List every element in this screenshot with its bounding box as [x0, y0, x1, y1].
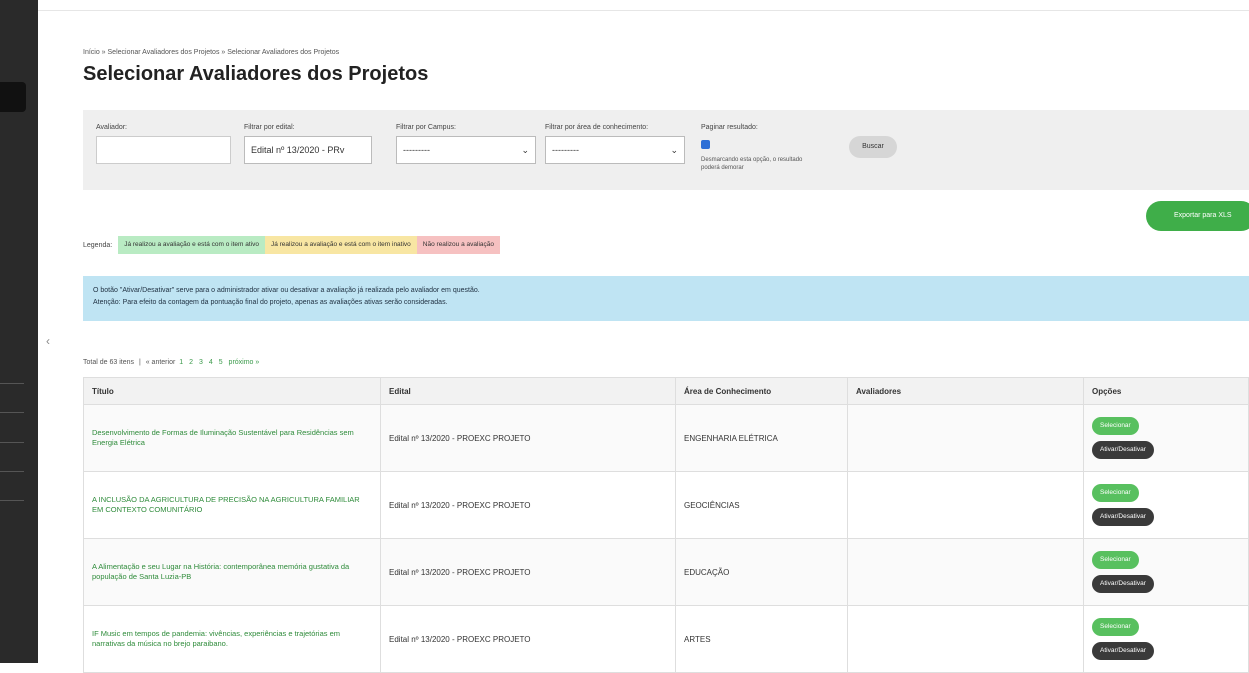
col-header-opcoes: Opções [1083, 377, 1249, 405]
edital-cell: Edital nº 13/2020 - PROEXC PROJETO [380, 538, 676, 606]
paginar-note: Desmarcando esta opção, o resultado pode… [701, 157, 803, 171]
avaliadores-cell [847, 538, 1084, 606]
avaliadores-cell [847, 404, 1084, 472]
page-title: Selecionar Avaliadores dos Projetos [83, 63, 429, 85]
area-cell: EDUCAÇÃO [675, 538, 848, 606]
edital-cell: Edital nº 13/2020 - PROEXC PROJETO [380, 404, 676, 472]
pagination-page-3[interactable]: 3 [199, 359, 203, 366]
area-cell: ENGENHARIA ELÉTRICA [675, 404, 848, 472]
area-cell: GEOCIÊNCIAS [675, 471, 848, 539]
paginar-checkbox[interactable] [701, 140, 710, 149]
project-title-link[interactable]: A Alimentação e seu Lugar na História: c… [83, 538, 381, 606]
pagination: Total de 63 itens | « anterior 1 2 3 4 5… [83, 359, 261, 366]
col-header-avaliadores[interactable]: Avaliadores [847, 377, 1084, 405]
table-row: Desenvolvimento de Formas de Iluminação … [83, 404, 1249, 472]
sidebar-divider [0, 412, 24, 413]
ativar-desativar-button[interactable]: Ativar/Desativar [1092, 575, 1154, 593]
avaliadores-cell [847, 471, 1084, 539]
selecionar-button[interactable]: Selecionar [1092, 551, 1139, 569]
projects-table: Título Edital Área de Conhecimento Avali… [83, 377, 1249, 673]
legend-not-evaluated: Não realizou a avaliação [416, 236, 500, 254]
sidebar-divider [0, 471, 24, 472]
legend: Legenda: Já realizou a avaliação e está … [83, 236, 500, 254]
chevron-down-icon: ⌄ [521, 145, 529, 155]
info-alert: O botão "Ativar/Desativar" serve para o … [83, 276, 1249, 321]
sidebar-divider [0, 442, 24, 443]
table-row: A Alimentação e seu Lugar na História: c… [83, 538, 1249, 606]
pagination-prev[interactable]: « anterior [146, 359, 176, 366]
area-label: Filtrar por área de conhecimento: [545, 124, 649, 131]
filter-paginar: Paginar resultado: Desmarcando esta opçã… [701, 124, 821, 172]
campus-select[interactable]: --------- ⌄ [396, 136, 536, 164]
project-title-link[interactable]: IF Music em tempos de pandemia: vivência… [83, 605, 381, 673]
pagination-summary: Total de 63 itens [83, 359, 134, 366]
area-select-value: --------- [552, 145, 579, 155]
left-sidebar [0, 0, 38, 663]
options-cell: Selecionar Ativar/Desativar [1083, 404, 1249, 472]
edital-cell: Edital nº 13/2020 - PROEXC PROJETO [380, 471, 676, 539]
project-title-link[interactable]: Desenvolvimento de Formas de Iluminação … [83, 404, 381, 472]
filter-campus: Filtrar por Campus: --------- ⌄ [396, 124, 536, 164]
pagination-page-2[interactable]: 2 [189, 359, 193, 366]
edital-select-value: Edital nº 13/2020 - PRv [251, 145, 345, 155]
col-header-edital[interactable]: Edital [380, 377, 676, 405]
ativar-desativar-button[interactable]: Ativar/Desativar [1092, 642, 1154, 660]
edital-cell: Edital nº 13/2020 - PROEXC PROJETO [380, 605, 676, 673]
options-cell: Selecionar Ativar/Desativar [1083, 605, 1249, 673]
info-line-1: O botão "Ativar/Desativar" serve para o … [93, 287, 480, 294]
col-header-area[interactable]: Área de Conhecimento [675, 377, 848, 405]
avaliadores-cell [847, 605, 1084, 673]
pagination-page-5[interactable]: 5 [219, 359, 223, 366]
table-row: A INCLUSÃO DA AGRICULTURA DE PRECISÃO NA… [83, 471, 1249, 539]
filter-panel: Avaliador: Filtrar por edital: Edital nº… [83, 110, 1249, 190]
campus-select-value: --------- [403, 145, 430, 155]
avaliador-label: Avaliador: [96, 124, 128, 131]
breadcrumb[interactable]: Início » Selecionar Avaliadores dos Proj… [83, 49, 339, 56]
buscar-button[interactable]: Buscar [849, 136, 897, 158]
area-select[interactable]: --------- ⌄ [545, 136, 685, 164]
options-cell: Selecionar Ativar/Desativar [1083, 471, 1249, 539]
paginar-label: Paginar resultado: [701, 124, 758, 131]
filter-area: Filtrar por área de conhecimento: ------… [545, 124, 685, 164]
top-divider [38, 10, 1249, 11]
selecionar-button[interactable]: Selecionar [1092, 484, 1139, 502]
legend-active: Já realizou a avaliação e está com o ite… [118, 236, 265, 254]
options-cell: Selecionar Ativar/Desativar [1083, 538, 1249, 606]
area-cell: ARTES [675, 605, 848, 673]
selecionar-button[interactable]: Selecionar [1092, 618, 1139, 636]
pagination-page-1[interactable]: 1 [179, 359, 183, 366]
sidebar-active-item[interactable] [0, 82, 26, 112]
selecionar-button[interactable]: Selecionar [1092, 417, 1139, 435]
ativar-desativar-button[interactable]: Ativar/Desativar [1092, 441, 1154, 459]
table-row: IF Music em tempos de pandemia: vivência… [83, 605, 1249, 673]
campus-label: Filtrar por Campus: [396, 124, 456, 131]
pagination-separator: | [138, 359, 141, 366]
pagination-page-4[interactable]: 4 [209, 359, 213, 366]
ativar-desativar-button[interactable]: Ativar/Desativar [1092, 508, 1154, 526]
sidebar-divider [0, 500, 24, 501]
collapse-sidebar-icon[interactable]: ‹ [46, 334, 50, 348]
project-title-link[interactable]: A INCLUSÃO DA AGRICULTURA DE PRECISÃO NA… [83, 471, 381, 539]
filter-avaliador: Avaliador: [96, 124, 231, 164]
avaliador-input[interactable] [96, 136, 231, 164]
chevron-down-icon: ⌄ [670, 145, 678, 155]
edital-select[interactable]: Edital nº 13/2020 - PRv [244, 136, 372, 164]
sidebar-divider [0, 383, 24, 384]
pagination-next[interactable]: próximo » [229, 359, 260, 366]
legend-label: Legenda: [83, 241, 113, 249]
edital-label: Filtrar por edital: [244, 124, 295, 131]
filter-edital: Filtrar por edital: Edital nº 13/2020 - … [244, 124, 372, 164]
legend-inactive: Já realizou a avaliação e está com o ite… [264, 236, 417, 254]
col-header-titulo[interactable]: Título [83, 377, 381, 405]
export-xls-button[interactable]: Exportar para XLS [1146, 201, 1249, 231]
info-line-2: Atenção: Para efeito da contagem da pont… [93, 299, 448, 306]
